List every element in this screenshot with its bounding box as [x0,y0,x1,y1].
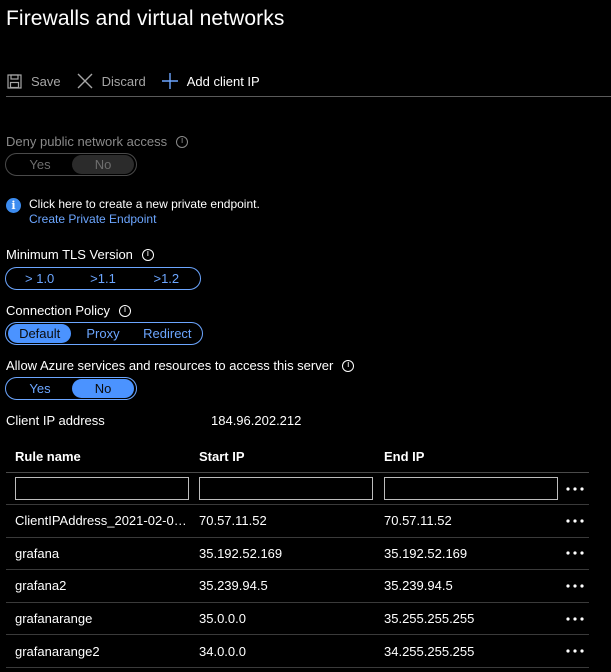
ellipsis-icon [565,616,584,621]
rule-name-cell: grafanarange [15,611,93,627]
allow-azure-option-no[interactable]: No [72,379,134,398]
create-private-endpoint-link[interactable]: Create Private Endpoint [29,212,260,227]
rule-name-cell: grafana [15,545,60,561]
deny-public-option-no: No [72,155,134,174]
more-actions-button[interactable] [560,473,589,504]
tls-option-1-1[interactable]: >1.1 [71,269,134,288]
client-ip-label: Client IP address [6,413,105,428]
page-title: Firewalls and virtual networks [6,7,285,30]
plus-icon [162,73,179,90]
more-actions-button[interactable] [560,538,589,570]
firewall-rules-table: Rule name Start IP End IP ClientIPAddres… [6,440,589,668]
connection-policy-option-default[interactable]: Default [8,324,72,343]
new-rule-row [6,473,589,505]
info-icon[interactable]: i [342,359,355,372]
end-ip-cell: 35.192.52.169 [384,545,468,561]
connection-policy-label: Connection Policy i [6,303,132,318]
info-icon[interactable]: i [119,304,132,317]
ellipsis-icon [565,551,584,555]
command-bar: Save Discard Add client IP [6,66,611,97]
header-end-ip: End IP [384,448,425,464]
info-filled-icon: i [6,198,21,213]
client-ip-value: 184.96.202.212 [211,413,302,428]
info-icon[interactable]: i [176,135,189,148]
deny-public-option-yes: Yes [29,157,51,172]
tls-label: Minimum TLS Version i [6,247,154,262]
connection-policy-label-text: Connection Policy [6,303,111,318]
table-header: Rule name Start IP End IP [6,440,589,473]
deny-public-toggle: Yes No [5,153,137,176]
end-ip-input[interactable] [384,477,558,500]
more-actions-button[interactable] [560,603,589,635]
tls-version-toggle: > 1.0 >1.1 >1.2 [5,267,201,290]
ellipsis-icon [565,584,584,588]
end-ip-cell: 35.255.255.255 [384,611,475,627]
header-start-ip: Start IP [199,448,245,464]
start-ip-input[interactable] [199,477,373,500]
allow-azure-label: Allow Azure services and resources to ac… [6,358,355,373]
start-ip-cell: 35.239.94.5 [199,578,268,594]
more-actions-button[interactable] [560,635,589,667]
start-ip-cell: 34.0.0.0 [199,643,246,659]
connection-policy-toggle: Default Proxy Redirect [5,322,203,345]
rule-name-cell: grafana2 [15,578,67,594]
private-endpoint-text: Click here to create a new private endpo… [29,197,260,211]
end-ip-cell: 34.255.255.255 [384,643,475,659]
info-icon[interactable]: i [141,248,154,261]
end-ip-cell: 70.57.11.52 [384,513,452,529]
close-icon [77,73,94,90]
header-rule-name: Rule name [15,448,81,464]
rule-name-input[interactable] [15,477,189,500]
rule-name-cell: grafanarange2 [15,643,100,659]
add-client-ip-button[interactable]: Add client IP [162,68,260,94]
private-endpoint-banner: i Click here to create a new private end… [6,197,260,227]
ellipsis-icon [565,519,584,523]
start-ip-cell: 35.0.0.0 [199,611,246,627]
add-client-ip-label: Add client IP [186,73,260,89]
tls-label-text: Minimum TLS Version [6,247,133,262]
allow-azure-toggle: Yes No [5,377,137,400]
save-label: Save [31,73,61,89]
table-row: ClientIPAddress_2021-02-01... 70.57.11.5… [6,505,589,538]
end-ip-cell: 35.239.94.5 [384,578,453,594]
start-ip-cell: 70.57.11.52 [199,513,267,529]
tls-option-1-2[interactable]: >1.2 [135,269,198,288]
discard-label: Discard [101,73,146,89]
save-button[interactable]: Save [6,68,61,94]
table-row: grafanarange2 34.0.0.0 34.255.255.255 [6,635,589,668]
connection-policy-option-proxy[interactable]: Proxy [71,324,134,343]
ellipsis-icon [565,486,584,491]
more-actions-button[interactable] [560,505,589,537]
discard-button[interactable]: Discard [77,68,146,94]
connection-policy-option-redirect[interactable]: Redirect [135,324,200,343]
table-row: grafana2 35.239.94.5 35.239.94.5 [6,570,589,603]
table-row: grafanarange 35.0.0.0 35.255.255.255 [6,603,589,636]
allow-azure-label-text: Allow Azure services and resources to ac… [6,358,334,373]
tls-option-1-0[interactable]: > 1.0 [8,269,71,288]
allow-azure-option-yes[interactable]: Yes [8,379,72,398]
start-ip-cell: 35.192.52.169 [199,545,283,561]
deny-public-label-text: Deny public network access [6,134,168,149]
table-row: grafana 35.192.52.169 35.192.52.169 [6,538,589,571]
deny-public-label: Deny public network access i [6,134,189,149]
save-icon [6,73,23,90]
rule-name-cell: ClientIPAddress_2021-02-01... [15,513,190,529]
more-actions-button[interactable] [560,570,589,602]
ellipsis-icon [565,649,584,653]
